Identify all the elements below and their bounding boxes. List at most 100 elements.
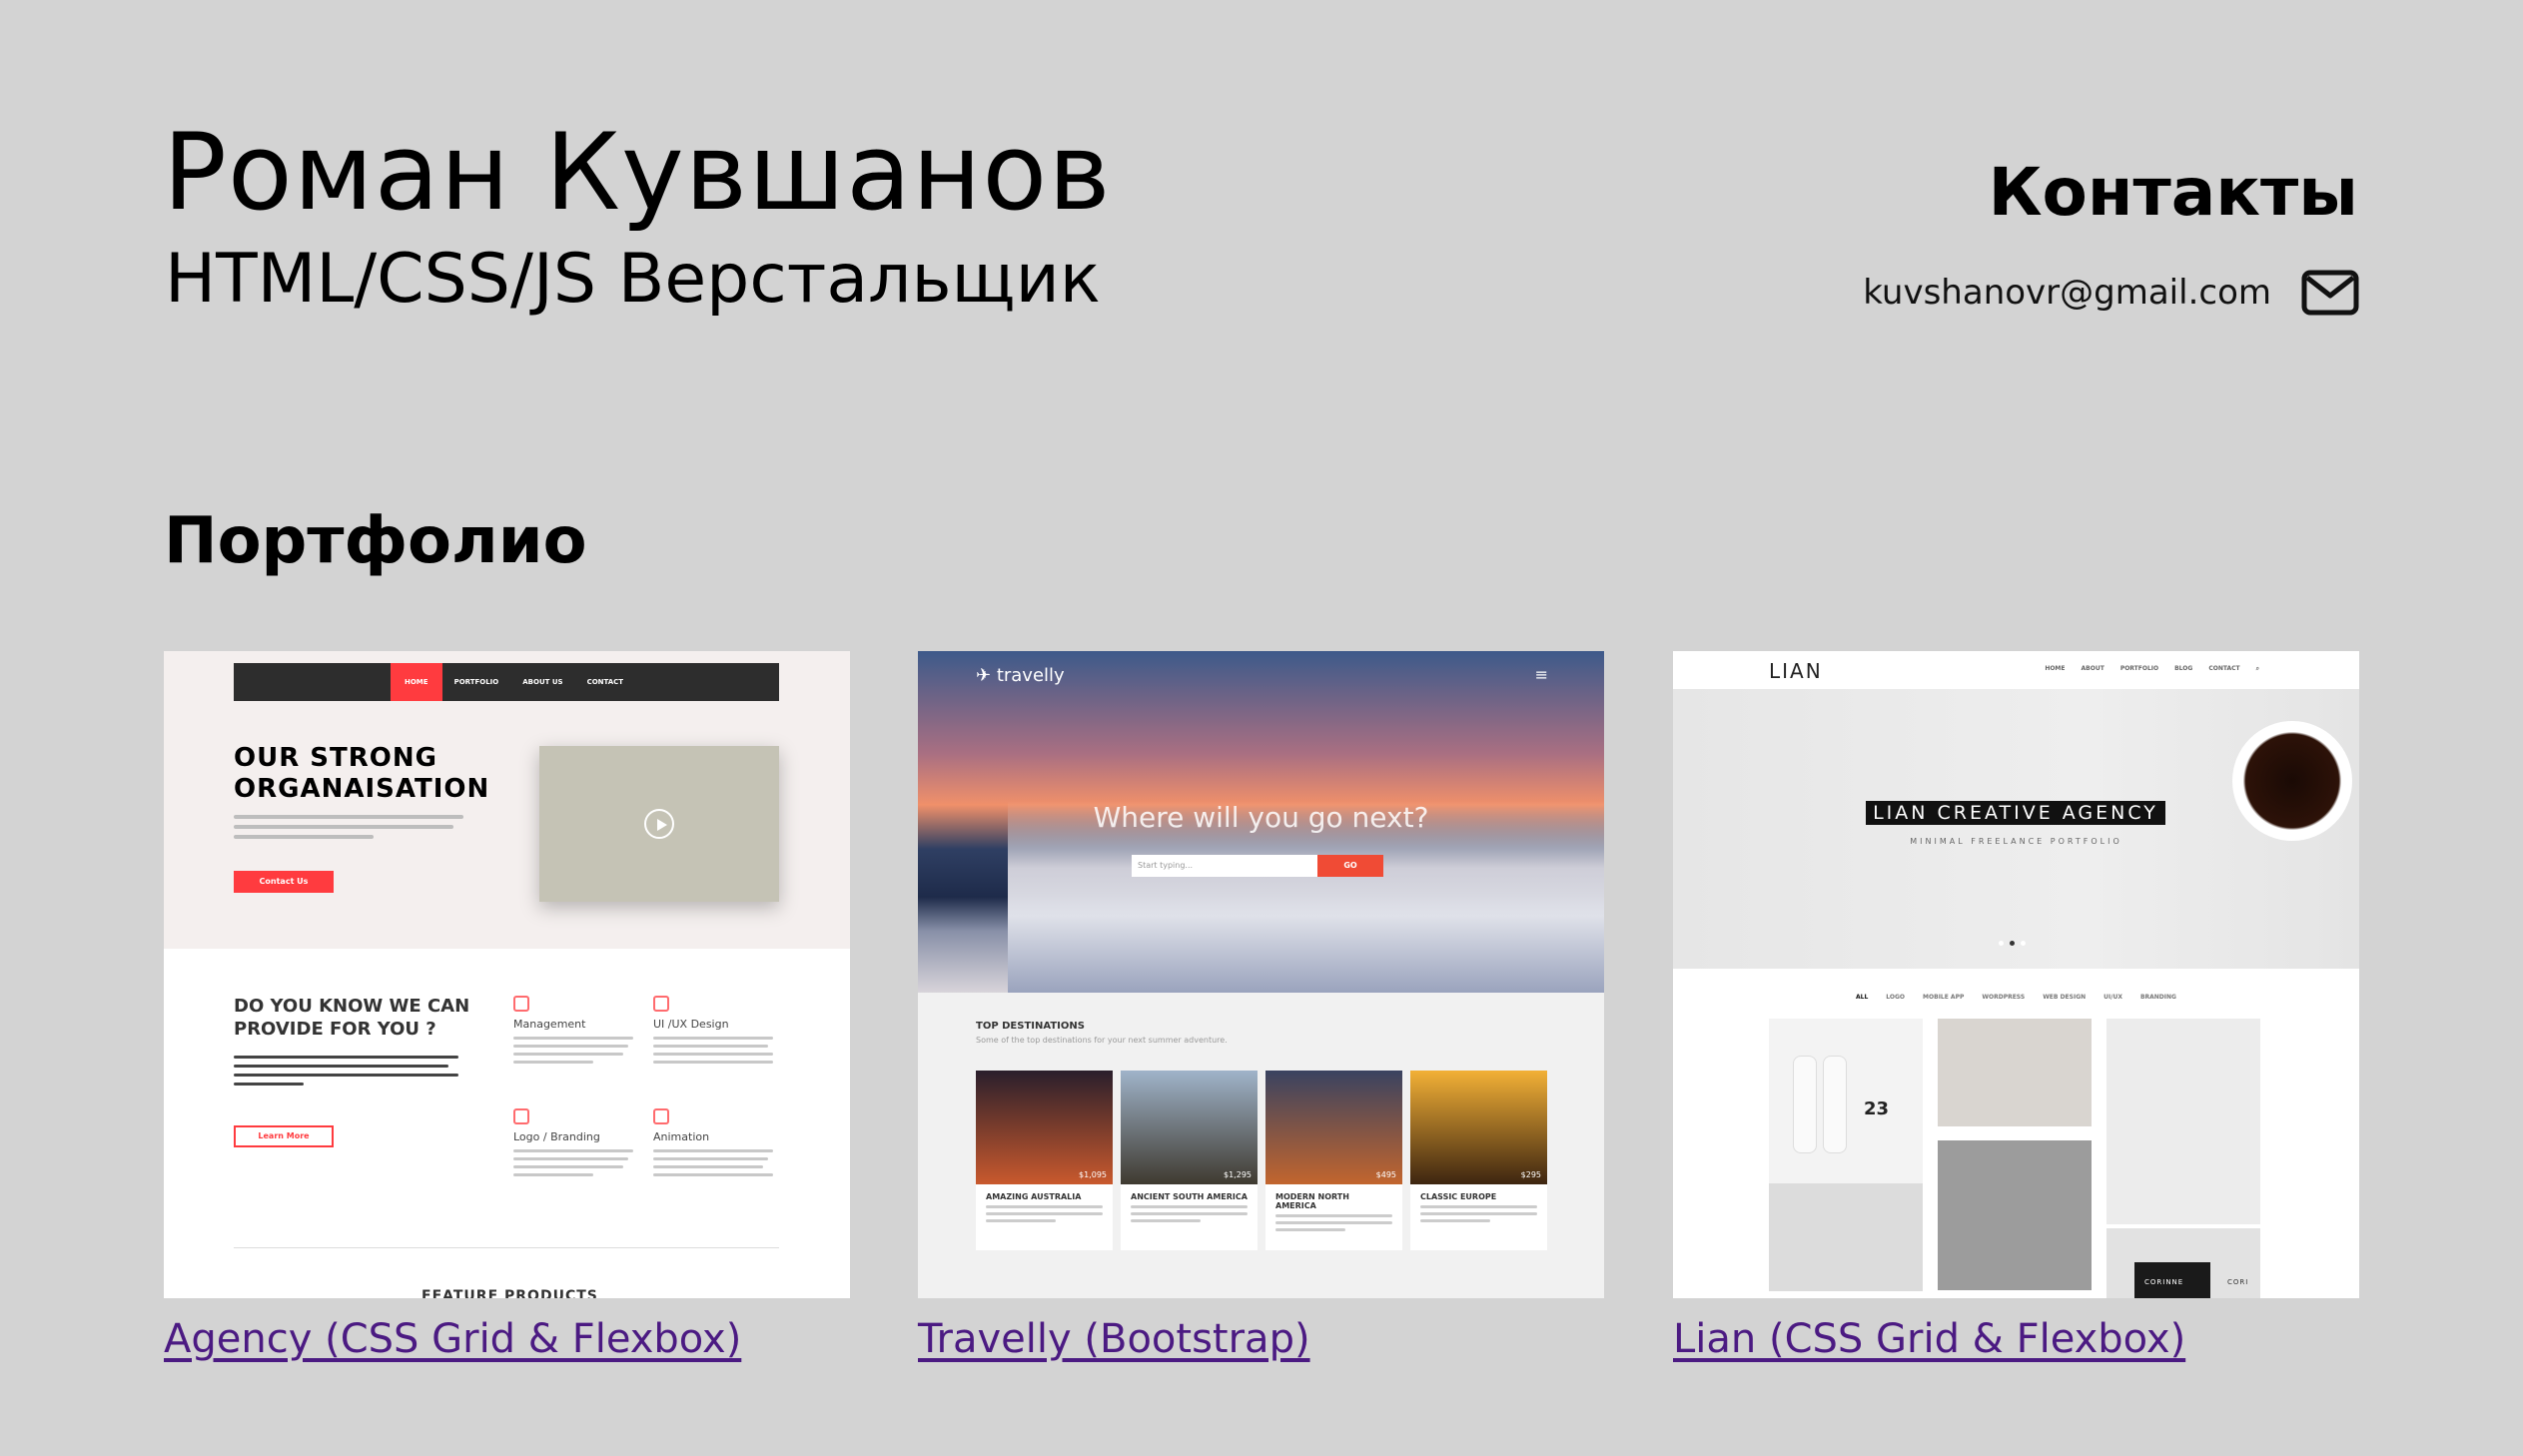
portfolio-preview-travelly[interactable]: ✈ travelly ≡ Where will you go next? Sta…: [918, 651, 1604, 1298]
play-icon: [644, 809, 674, 839]
lian-menu-item: HOME: [2045, 665, 2066, 672]
destination-name: ANCIENT SOUTH AMERICA: [1131, 1192, 1248, 1201]
portfolio-link-lian[interactable]: Lian (CSS Grid & Flexbox): [1673, 1316, 2185, 1362]
destination-name: CLASSIC EUROPE: [1420, 1192, 1497, 1201]
agency-question: DO YOU KNOW WE CAN PROVIDE FOR YOU ?: [234, 996, 469, 1041]
slider-dot: [2021, 941, 2026, 946]
agency-paragraph-2: [234, 1056, 458, 1092]
agency-question-line-1: DO YOU KNOW WE CAN: [234, 996, 470, 1017]
bottle-image: [1793, 1056, 1817, 1153]
lian-menu-item: PORTFOLIO: [2119, 665, 2159, 672]
bottle-image: [1823, 1056, 1847, 1153]
agency-headline-line-2: ORGANAISATION: [234, 774, 490, 805]
email-text[interactable]: kuvshanovr@gmail.com: [1863, 273, 2271, 313]
job-title: HTML/CSS/JS Верстальщик: [165, 240, 1101, 319]
lamp-image: [1769, 1183, 1923, 1291]
travelly-section-subtitle: Some of the top destinations for your ne…: [976, 1036, 1228, 1045]
filter-item: ALL: [1856, 994, 1869, 1001]
portfolio-heading: Портфолио: [164, 504, 587, 578]
travelly-go-button: GO: [1317, 855, 1383, 877]
destination-price: $295: [1520, 1170, 1541, 1179]
portfolio-preview-lian[interactable]: LIAN HOME ABOUT PORTFOLIO BLOG CONTACT ⌕…: [1673, 651, 2359, 1298]
destination-price: $495: [1375, 1170, 1396, 1179]
search-icon: ⌕: [2255, 665, 2259, 672]
destination-card: $1,095 AMAZING AUSTRALIA: [976, 1071, 1113, 1250]
filter-item: BRANDING: [2139, 994, 2176, 1001]
lian-filter-bar: ALL LOGO MOBILE APP WORDPRESS WEB DESIGN…: [1673, 994, 2359, 1001]
travelly-logo-text: travelly: [996, 665, 1065, 686]
agency-feature: UI /UX Design: [653, 996, 783, 1069]
lian-menu: HOME ABOUT PORTFOLIO BLOG CONTACT ⌕: [2045, 665, 2259, 673]
page-title: Роман Кувшанов: [163, 111, 1112, 234]
agency-video: [539, 746, 779, 902]
agency-nav-portfolio: PORTFOLIO: [453, 678, 499, 686]
pen-icon: [653, 996, 669, 1012]
lian-menu-item: ABOUT: [2081, 665, 2104, 672]
travelly-section-title: TOP DESTINATIONS: [976, 1021, 1085, 1032]
travelly-destination-list: $1,095 AMAZING AUSTRALIA $1,295 ANCIENT …: [976, 1071, 1547, 1250]
business-card-label: CORI: [2227, 1278, 2249, 1286]
lian-menu-item: BLOG: [2174, 665, 2193, 672]
destination-price: $1,295: [1224, 1170, 1252, 1179]
agency-nav-about: ABOUT US: [522, 678, 563, 686]
filter-item: LOGO: [1886, 994, 1906, 1001]
mail-icon[interactable]: [2301, 270, 2359, 316]
agency-footer-heading: FEATURE PRODUCTS: [421, 1288, 598, 1298]
lian-menu-item: CONTACT: [2208, 665, 2240, 672]
stool-image: [2106, 1019, 2260, 1224]
filter-item: UI/UX: [2103, 994, 2122, 1001]
destination-name: AMAZING AUSTRALIA: [986, 1192, 1082, 1201]
travelly-logo: ✈ travelly: [976, 665, 1065, 686]
contacts-heading: Контакты: [1988, 154, 2358, 231]
lian-logo: LIAN: [1769, 659, 1823, 683]
agency-headline-line-1: OUR STRONG: [234, 743, 437, 773]
agency-feature: Animation: [653, 1108, 783, 1181]
destination-card: $1,295 ANCIENT SOUTH AMERICA: [1121, 1071, 1258, 1250]
agency-question-line-2: PROVIDE FOR YOU ?: [234, 1018, 436, 1040]
travelly-headline: Where will you go next?: [1093, 801, 1429, 834]
agency-contact-button: Contact Us: [234, 871, 334, 893]
agency-feature: Logo / Branding: [513, 1108, 643, 1181]
lian-tagline: MINIMAL FREELANCE PORTFOLIO: [1910, 837, 2122, 846]
destination-name: MODERN NORTH AMERICA: [1275, 1192, 1349, 1210]
agency-feature-title: Logo / Branding: [513, 1130, 600, 1143]
portfolio-link-agency[interactable]: Agency (CSS Grid & Flexbox): [164, 1316, 741, 1362]
slider-dot: [1999, 941, 2004, 946]
agency-feature-title: UI /UX Design: [653, 1018, 729, 1031]
filter-item: WORDPRESS: [1982, 994, 2026, 1001]
portfolio-link-travelly[interactable]: Travelly (Bootstrap): [918, 1316, 1310, 1362]
agency-paragraph: [234, 815, 463, 845]
travelly-search-input: Start typing...: [1132, 855, 1317, 877]
agency-feature: Management: [513, 996, 643, 1069]
page: Роман Кувшанов HTML/CSS/JS Верстальщик К…: [0, 0, 2523, 1456]
agency-nav-contact: CONTACT: [586, 678, 624, 686]
filter-item: MOBILE APP: [1923, 994, 1965, 1001]
table-image: [1938, 1019, 2092, 1126]
filter-item: WEB DESIGN: [2043, 994, 2087, 1001]
destination-card: $495 MODERN NORTH AMERICA: [1265, 1071, 1402, 1250]
slider-dot: [2010, 941, 2015, 946]
agency-headline: OUR STRONG ORGANAISATION: [234, 743, 489, 805]
destination-image: [1121, 1071, 1258, 1184]
business-card-label: CORINNE: [2144, 1278, 2184, 1286]
slider-dots: [1999, 941, 2026, 946]
destination-image: [1265, 1071, 1402, 1184]
divider: [234, 1247, 779, 1248]
agency-learn-more-button: Learn More: [234, 1125, 334, 1147]
agency-feature-title: Animation: [653, 1130, 710, 1143]
destination-image: [1410, 1071, 1547, 1184]
destination-image: [976, 1071, 1113, 1184]
email-contact[interactable]: kuvshanovr@gmail.com: [1863, 270, 2359, 316]
coffee-cup-image: [2232, 721, 2352, 841]
bottle-number: 23: [1864, 1098, 1890, 1119]
destination-price: $1,095: [1079, 1170, 1107, 1179]
truck-icon: [653, 1108, 669, 1124]
sculpture-image: [1938, 1140, 2092, 1290]
agency-nav: HOME PORTFOLIO ABOUT US CONTACT: [234, 663, 779, 701]
gear-icon: [513, 996, 529, 1012]
diamond-icon: [513, 1108, 529, 1124]
portfolio-preview-agency[interactable]: HOME PORTFOLIO ABOUT US CONTACT OUR STRO…: [164, 651, 850, 1298]
agency-feature-title: Management: [513, 1018, 586, 1031]
destination-card: $295 CLASSIC EUROPE: [1410, 1071, 1547, 1250]
lian-banner: LIAN CREATIVE AGENCY: [1866, 801, 2165, 825]
